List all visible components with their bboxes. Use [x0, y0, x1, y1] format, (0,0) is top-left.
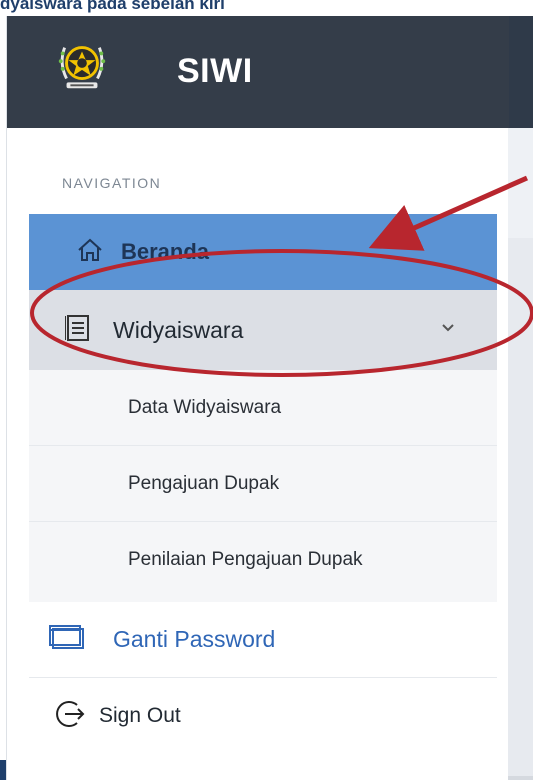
sidebar-item-ganti-password[interactable]: Ganti Password [29, 602, 497, 678]
submenu-item-data-widyaiswara[interactable]: Data Widyaiswara [29, 370, 497, 446]
list-icon [64, 314, 91, 347]
submenu-item-label: Pengajuan Dupak [128, 472, 280, 494]
window-icon [49, 624, 85, 655]
app-content-header [508, 128, 533, 238]
sidebar-item-sign-out[interactable]: Sign Out [29, 678, 497, 754]
brand-name: SIWI [177, 52, 253, 90]
chevron-down-icon[interactable] [441, 320, 455, 338]
sidebar: SIWI NAVIGATION Beranda Widyaiswara Data… [6, 16, 509, 780]
slide-caption: dyaiswara pada sebelah kiri [0, 0, 225, 13]
sidebar-item-label: Sign Out [99, 704, 181, 727]
emblem-logo [58, 46, 106, 89]
app-content-area [508, 238, 533, 780]
sidebar-item-beranda[interactable]: Beranda [29, 214, 497, 290]
sidebar-item-widyaiswara[interactable]: Widyaiswara [29, 290, 497, 370]
brand-header[interactable]: SIWI [7, 16, 509, 128]
submenu-item-penilaian-pengajuan-dupak[interactable]: Penilaian Pengajuan Dupak [29, 522, 497, 598]
nav-section-label: NAVIGATION [62, 175, 162, 191]
sign-out-icon [55, 699, 85, 734]
sidebar-item-label: Widyaiswara [113, 316, 244, 343]
sidebar-item-label: Beranda [121, 239, 210, 264]
submenu-item-pengajuan-dupak[interactable]: Pengajuan Dupak [29, 446, 497, 522]
submenu-item-label: Penilaian Pengajuan Dupak [128, 549, 363, 570]
submenu-item-label: Data Widyaiswara [128, 396, 282, 418]
widyaiswara-submenu: Data Widyaiswara Pengajuan Dupak Penilai… [29, 370, 497, 602]
app-footer-edge [508, 776, 533, 780]
home-icon [77, 238, 103, 267]
sidebar-item-label: Ganti Password [113, 626, 276, 652]
app-topbar [508, 16, 533, 128]
